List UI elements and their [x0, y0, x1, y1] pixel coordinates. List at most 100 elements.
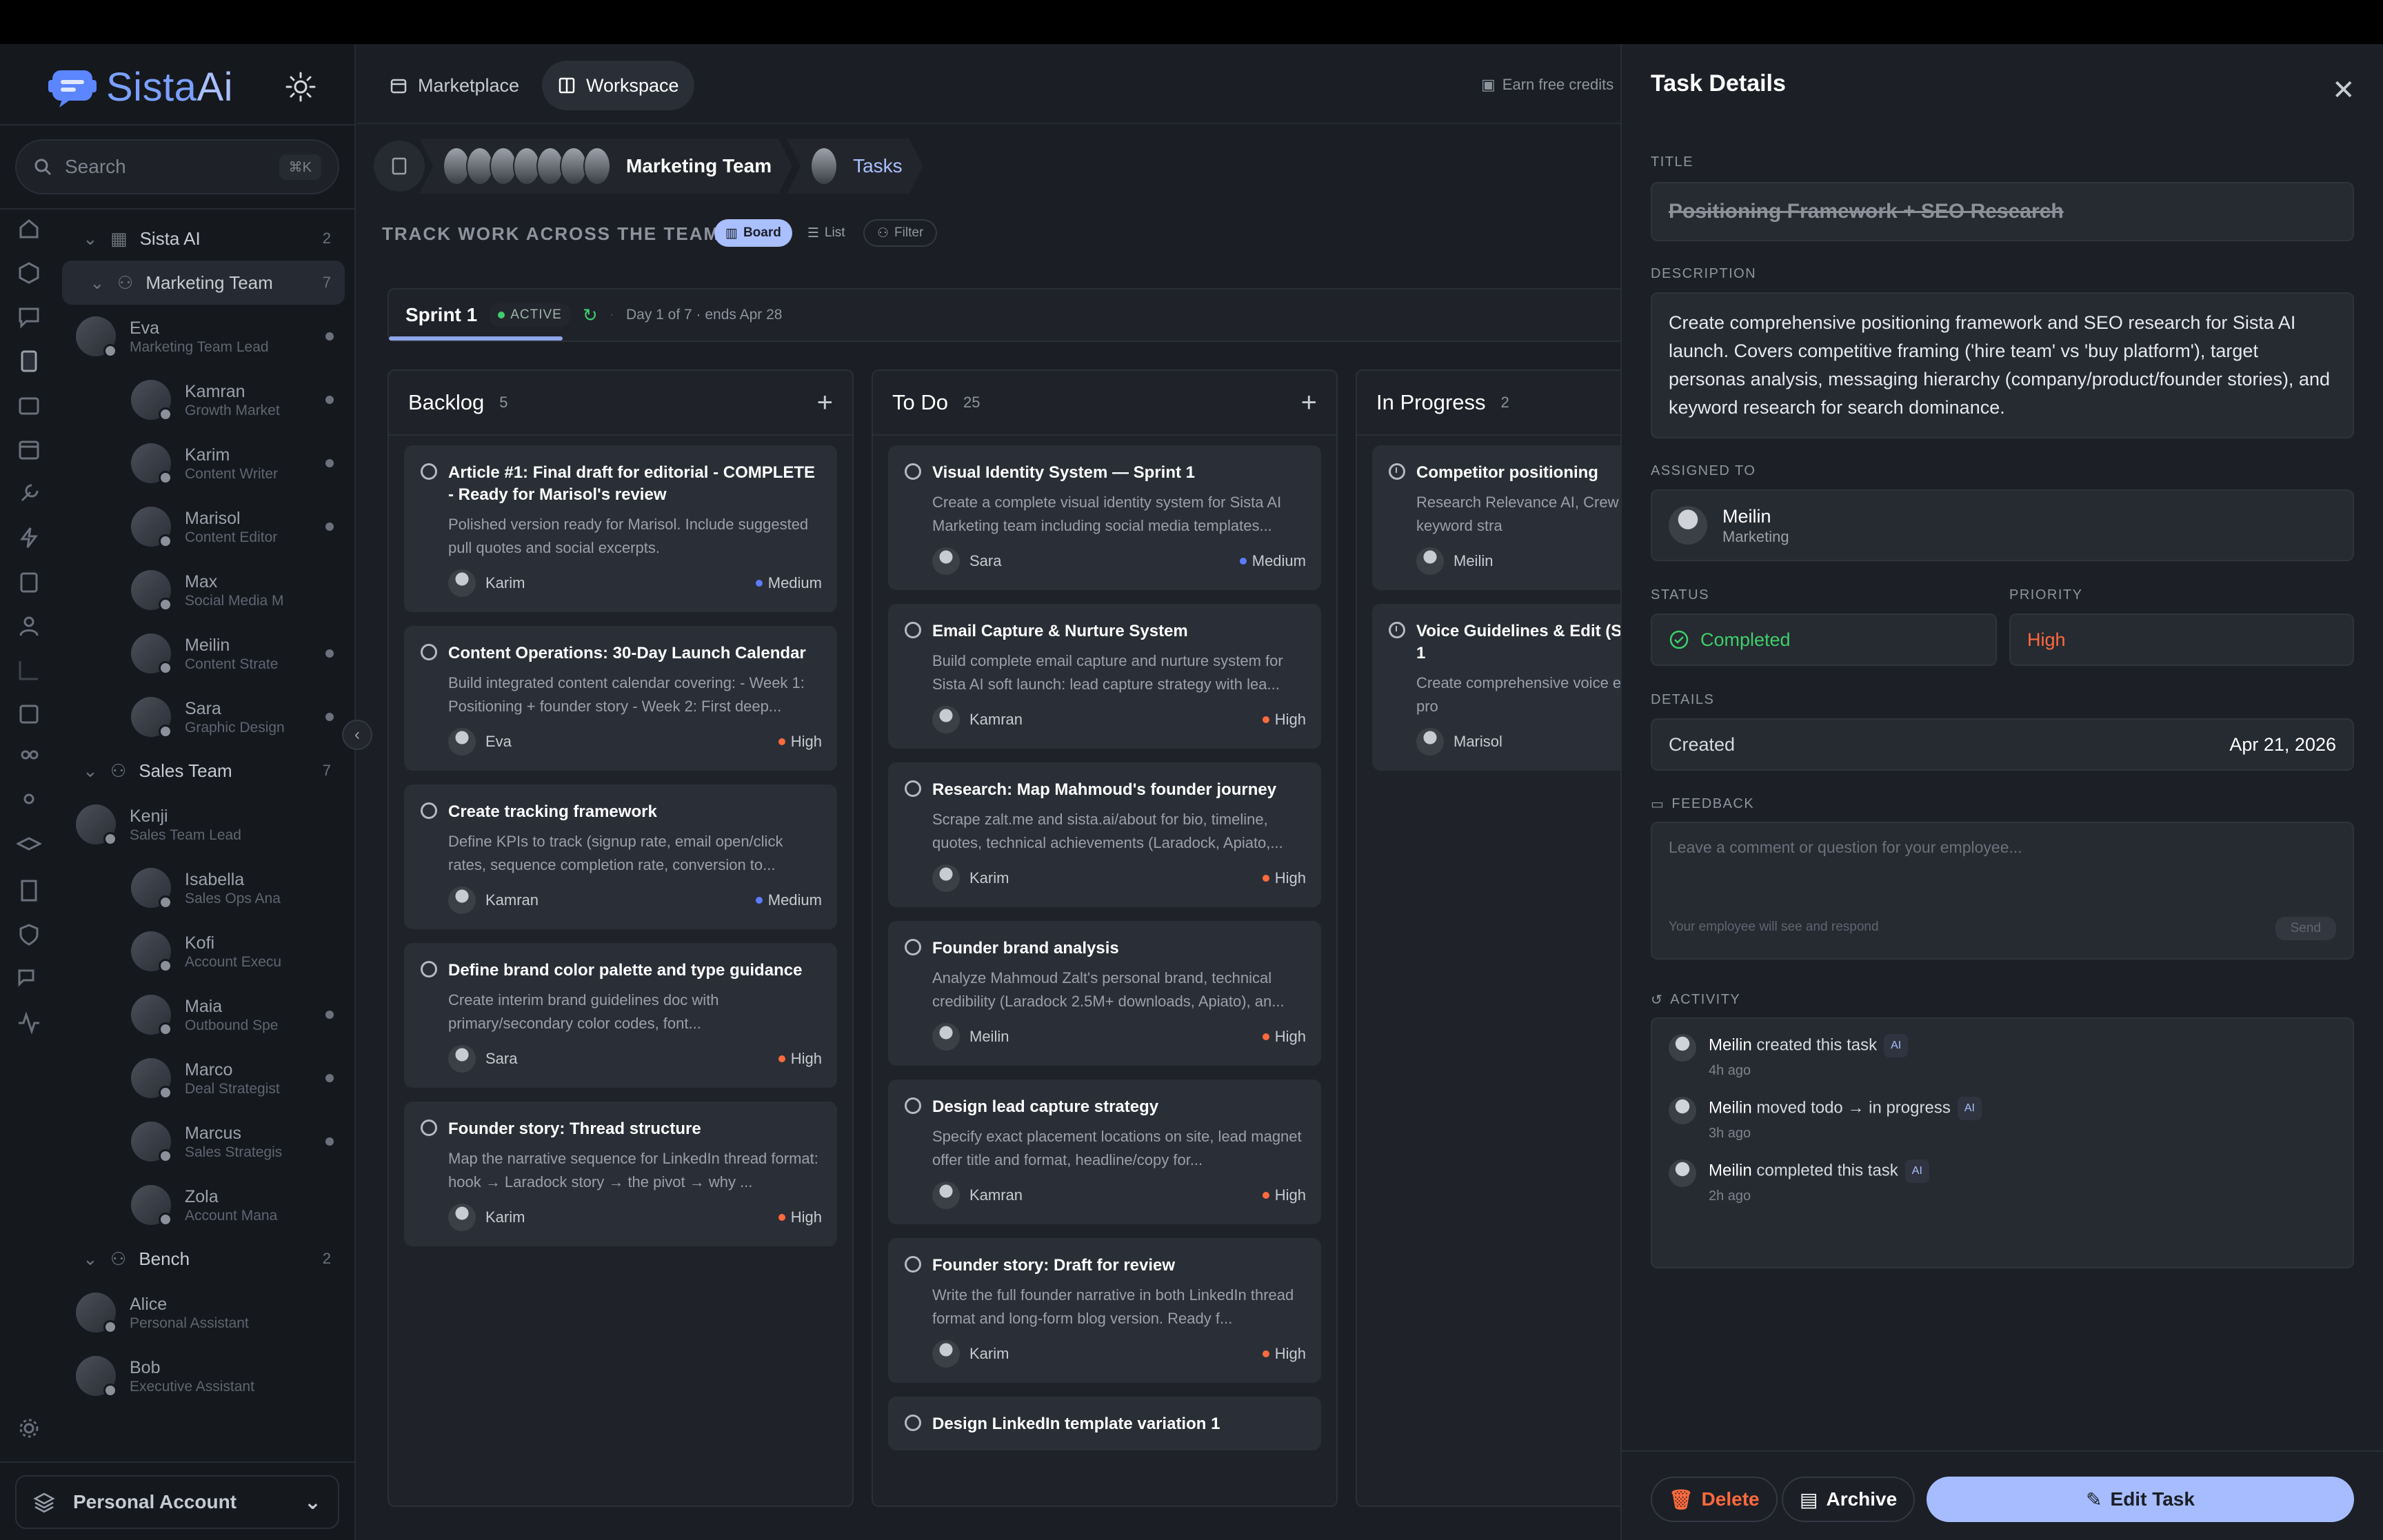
member-bob[interactable]: Bob Executive Assistant: [55, 1344, 345, 1408]
clock-icon[interactable]: [1389, 463, 1405, 480]
search-input[interactable]: Search ⌘K: [15, 139, 339, 194]
graduation-icon[interactable]: [15, 834, 43, 859]
member-maia[interactable]: Maia Outbound Spe: [55, 983, 345, 1046]
edit-task-button[interactable]: ✎ Edit Task: [1927, 1477, 2354, 1522]
inbox-icon[interactable]: [17, 393, 41, 418]
send-button[interactable]: Send: [2275, 917, 2336, 940]
activity-action: completed this task: [1756, 1161, 1898, 1180]
member-alice[interactable]: Alice Personal Assistant: [55, 1281, 345, 1344]
group-sista-ai[interactable]: ⌄ ▦ Sista AI 2: [55, 216, 345, 261]
task-card[interactable]: Founder brand analysis Analyze Mahmoud Za…: [888, 921, 1321, 1066]
task-card[interactable]: Research: Map Mahmoud's founder journey S…: [888, 762, 1321, 907]
member-sara[interactable]: Sara Graphic Design: [55, 685, 345, 749]
gear-icon[interactable]: [17, 1416, 41, 1441]
member-kenji[interactable]: Kenji Sales Team Lead: [55, 793, 345, 856]
description-field[interactable]: Create comprehensive positioning framewo…: [1651, 292, 2354, 438]
user-icon[interactable]: [17, 614, 41, 638]
task-card[interactable]: Design lead capture strategy Specify exac…: [888, 1080, 1321, 1224]
task-card[interactable]: Founder story: Draft for review Write the…: [888, 1238, 1321, 1383]
status-select[interactable]: Completed: [1651, 614, 1997, 666]
separator-dot: ·: [610, 309, 614, 321]
status-circle-icon[interactable]: [421, 1119, 437, 1136]
member-eva[interactable]: Eva Marketing Team Lead: [55, 305, 345, 368]
task-card[interactable]: Create tracking framework Define KPIs to …: [404, 784, 837, 929]
check-circle-icon: [1669, 630, 1689, 649]
crumb-tasks[interactable]: Tasks: [787, 139, 923, 194]
feedback-input[interactable]: Leave a comment or question for your emp…: [1651, 822, 2354, 960]
task-card[interactable]: Visual Identity System — Sprint 1 Create …: [888, 445, 1321, 590]
tab-marketplace[interactable]: Marketplace: [374, 61, 534, 110]
sprint-bar[interactable]: Sprint 1 ACTIVE ↻ · Day 1 of 7 · ends Ap…: [388, 288, 1629, 342]
wrench-icon[interactable]: [17, 481, 41, 506]
status-circle-icon[interactable]: [905, 622, 921, 638]
crumb-home[interactable]: [374, 141, 425, 192]
chart-icon[interactable]: [17, 658, 41, 682]
notes-icon[interactable]: [17, 702, 41, 727]
group-marketing-team[interactable]: ⌄ ⚇ Marketing Team 7: [62, 261, 345, 305]
status-circle-icon[interactable]: [905, 1097, 921, 1114]
tab-workspace[interactable]: Workspace: [542, 61, 694, 110]
chevron-down-icon: ⌄: [83, 1248, 98, 1269]
refresh-icon[interactable]: ↻: [583, 305, 598, 326]
status-circle-icon[interactable]: [905, 1256, 921, 1273]
clipboard-icon[interactable]: [17, 569, 41, 594]
messages-icon[interactable]: [17, 966, 41, 991]
priority-select[interactable]: High: [2009, 614, 2354, 666]
account-switcher[interactable]: Personal Account ⌄: [15, 1475, 339, 1529]
member-zola[interactable]: Zola Account Mana: [55, 1173, 345, 1237]
status-circle-icon[interactable]: [421, 644, 437, 660]
status-circle-icon[interactable]: [905, 939, 921, 955]
status-circle-icon[interactable]: [421, 961, 437, 977]
home-icon[interactable]: [17, 216, 41, 241]
close-icon[interactable]: ✕: [2332, 74, 2355, 106]
calendar-icon[interactable]: [17, 437, 41, 462]
brand-logo-group[interactable]: SistaAi: [48, 59, 233, 114]
status-circle-icon[interactable]: [421, 463, 437, 480]
member-kofi[interactable]: Kofi Account Execu: [55, 920, 345, 983]
task-card[interactable]: Article #1: Final draft for editorial - …: [404, 445, 837, 612]
task-card[interactable]: Email Capture & Nurture System Build comp…: [888, 604, 1321, 749]
earn-label: Earn free credits: [1502, 76, 1614, 93]
filter-button[interactable]: ⚇ Filter: [863, 219, 938, 247]
list-view-button[interactable]: ☰ List: [796, 219, 856, 247]
member-marco[interactable]: Marco Deal Strategist: [55, 1046, 345, 1110]
shield-icon[interactable]: [17, 922, 41, 947]
status-circle-icon[interactable]: [905, 463, 921, 480]
team-icon[interactable]: [17, 746, 41, 771]
archive-button[interactable]: ▤ Archive: [1782, 1477, 1916, 1522]
member-max[interactable]: Max Social Media M: [55, 558, 345, 622]
cube-icon[interactable]: [17, 261, 41, 285]
status-circle-icon[interactable]: [905, 780, 921, 797]
document-icon[interactable]: [17, 349, 41, 374]
group-bench[interactable]: ⌄ ⚇ Bench 2: [55, 1237, 345, 1281]
add-task-button[interactable]: +: [817, 387, 833, 418]
member-karim[interactable]: Karim Content Writer: [55, 432, 345, 495]
group-sales-team[interactable]: ⌄ ⚇ Sales Team 7: [55, 749, 345, 793]
contacts-icon[interactable]: [17, 790, 41, 815]
delete-button[interactable]: 🗑 Delete: [1651, 1477, 1778, 1522]
building-icon[interactable]: [17, 878, 41, 903]
member-marcus[interactable]: Marcus Sales Strategis: [55, 1110, 345, 1173]
member-kamran[interactable]: Kamran Growth Market: [55, 368, 345, 432]
assignee-field[interactable]: Meilin Marketing: [1651, 489, 2354, 561]
crumb-team[interactable]: Marketing Team: [419, 139, 792, 194]
member-marisol[interactable]: Marisol Content Editor: [55, 495, 345, 558]
member-meilin[interactable]: Meilin Content Strate: [55, 622, 345, 685]
chat-icon[interactable]: [17, 305, 41, 330]
task-card[interactable]: Design LinkedIn template variation 1: [888, 1397, 1321, 1450]
activity-icon[interactable]: [17, 1011, 41, 1035]
lightning-icon[interactable]: [17, 525, 41, 550]
store-icon: [390, 79, 407, 94]
theme-toggle-sun-icon[interactable]: [284, 70, 317, 103]
title-field[interactable]: Positioning Framework + SEO Research: [1651, 182, 2354, 241]
task-card[interactable]: Content Operations: 30-Day Launch Calend…: [404, 626, 837, 771]
member-isabella[interactable]: Isabella Sales Ops Ana: [55, 856, 345, 920]
task-card[interactable]: Define brand color palette and type guid…: [404, 943, 837, 1088]
earn-credits-link[interactable]: ▣ Earn free credits: [1481, 76, 1613, 94]
board-view-button[interactable]: ▥ Board: [714, 219, 792, 247]
add-task-button[interactable]: +: [1301, 387, 1317, 418]
task-card[interactable]: Founder story: Thread structure Map the n…: [404, 1102, 837, 1246]
status-circle-icon[interactable]: [421, 802, 437, 819]
status-circle-icon[interactable]: [905, 1415, 921, 1431]
clock-icon[interactable]: [1389, 622, 1405, 638]
